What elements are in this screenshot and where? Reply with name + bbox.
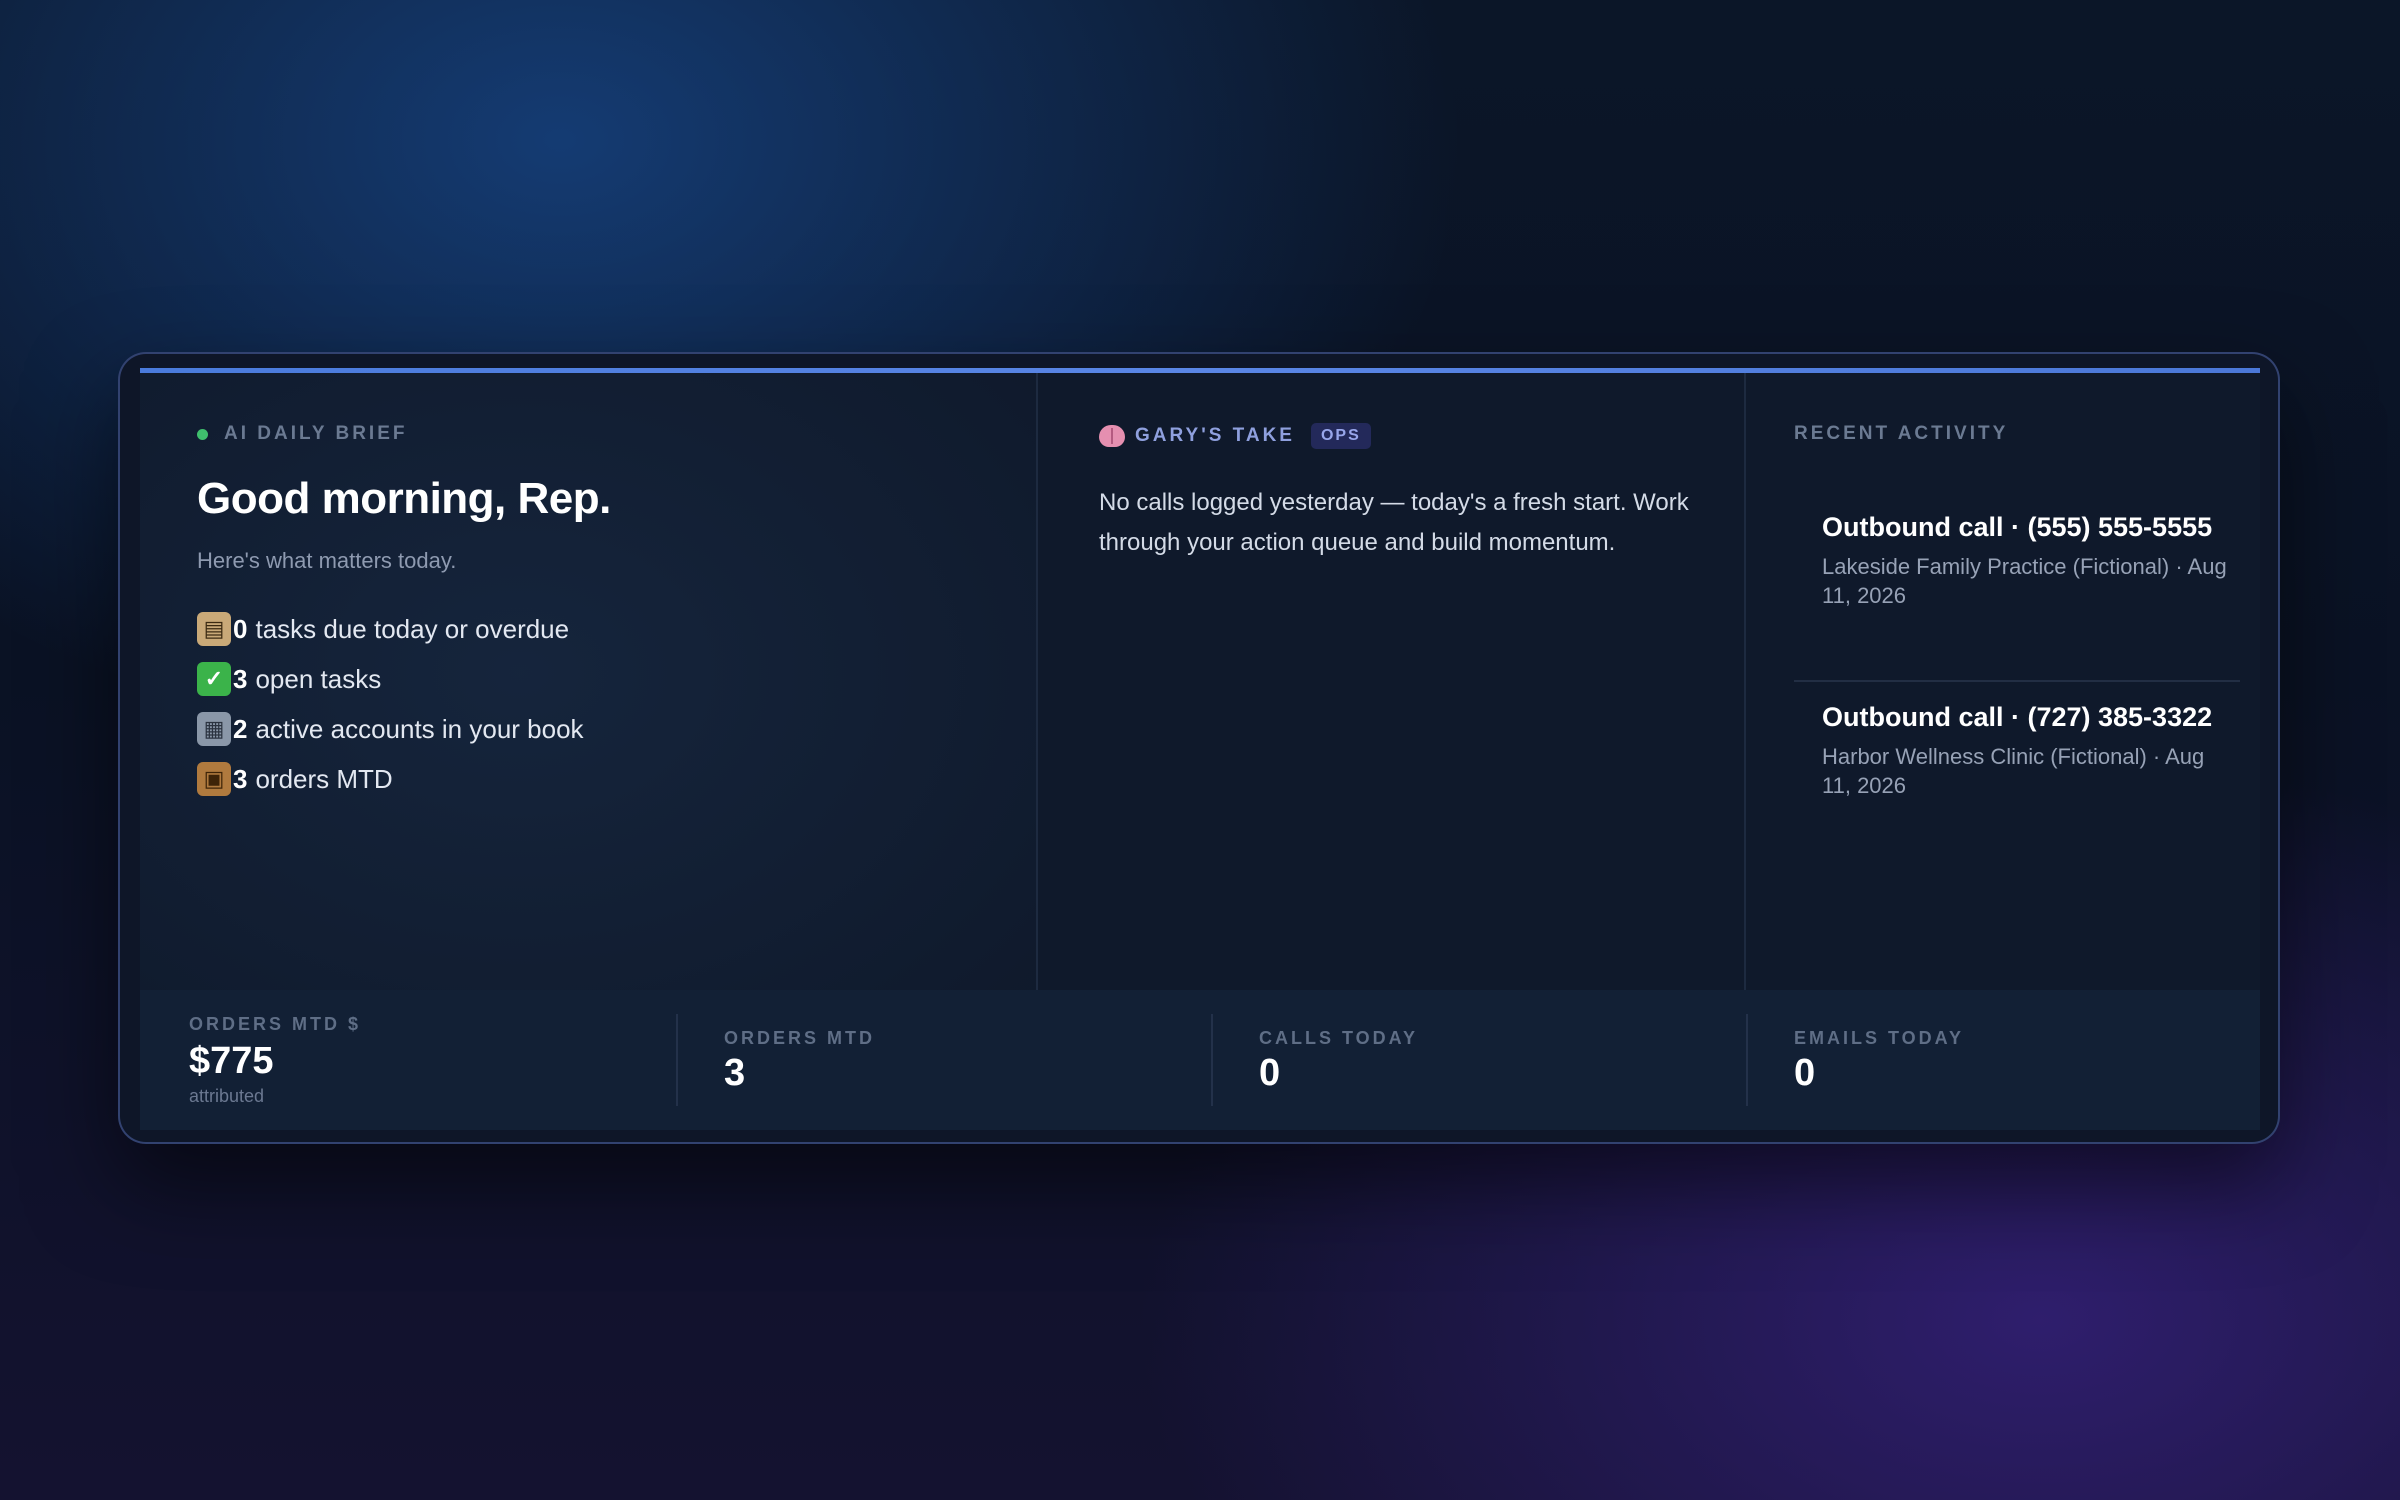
brief-item-count: 0 (233, 613, 248, 644)
brief-eyebrow-label: AI DAILY BRIEF (224, 423, 408, 444)
greeting-title: Good morning, Rep. (197, 474, 611, 523)
brief-item-count: 3 (233, 763, 248, 794)
stat-calls-today: CALLS TODAY 0 (1211, 990, 1746, 1130)
stat-orders-mtd: ORDERS MTD 3 (676, 990, 1211, 1130)
daily-brief-card: ORDERS MTD $ $775 attributed ORDERS MTD … (118, 352, 2280, 1144)
take-text: No calls logged yesterday — today's a fr… (1099, 489, 1689, 556)
activity-list: Outbound call · (555) 555-5555 Lakeside … (1794, 510, 2240, 854)
stats-bar: ORDERS MTD $ $775 attributed ORDERS MTD … (140, 990, 2260, 1130)
brief-item: ▦ 2 active accounts in your book (197, 704, 584, 754)
stat-orders-mtd-dollars: ORDERS MTD $ $775 attributed (140, 990, 676, 1130)
stat-emails-today: EMAILS TODAY 0 (1746, 990, 2260, 1130)
stat-value: 0 (1259, 1052, 1281, 1094)
stat-value: 3 (724, 1052, 746, 1094)
building-icon: ▦ (197, 712, 231, 746)
brief-item-count: 3 (233, 663, 248, 694)
take-column (1038, 373, 1746, 990)
stat-label: ORDERS MTD $ (189, 1014, 362, 1034)
brief-item: ▣ 3 orders MTD (197, 754, 584, 804)
activity-meta: Harbor Wellness Clinic (Fictional) · Aug… (1822, 744, 2205, 798)
package-icon: ▣ (197, 762, 231, 796)
stat-sub: attributed (189, 1086, 265, 1106)
take-eyebrow-label: GARY'S TAKE (1135, 425, 1295, 446)
ops-badge: OPS (1310, 423, 1371, 449)
brief-item: ▤ 0 tasks due today or overdue (197, 604, 584, 654)
brief-item: ✓ 3 open tasks (197, 654, 584, 704)
clipboard-icon: ▤ (197, 612, 231, 646)
brief-item-text: tasks due today or overdue (255, 613, 570, 644)
stat-value: 0 (1794, 1052, 1816, 1094)
activity-meta: Lakeside Family Practice (Fictional) · A… (1822, 554, 2227, 608)
stat-label: CALLS TODAY (1259, 1028, 1419, 1048)
activity-item[interactable]: Outbound call · (727) 385-3322 Harbor We… (1794, 682, 2240, 854)
activity-eyebrow: RECENT ACTIVITY (1794, 423, 2009, 444)
stat-label: EMAILS TODAY (1794, 1028, 1965, 1048)
brain-icon (1099, 425, 1125, 447)
brief-item-text: orders MTD (255, 763, 393, 794)
activity-title: Outbound call · (727) 385-3322 (1822, 702, 2213, 732)
brief-item-text: active accounts in your book (255, 713, 584, 744)
stat-label: ORDERS MTD (724, 1028, 875, 1048)
greeting-subtitle: Here's what matters today. (197, 548, 457, 573)
brief-item-count: 2 (233, 713, 248, 744)
take-eyebrow: GARY'S TAKE OPS (1099, 423, 1371, 449)
brief-list: ▤ 0 tasks due today or overdue ✓ 3 open … (197, 604, 584, 804)
status-dot-icon (197, 428, 208, 440)
activity-item[interactable]: Outbound call · (555) 555-5555 Lakeside … (1794, 510, 2240, 682)
check-icon: ✓ (197, 662, 231, 696)
stat-value: $775 (189, 1040, 274, 1082)
activity-title: Outbound call · (555) 555-5555 (1822, 512, 2213, 542)
brief-eyebrow: AI DAILY BRIEF (197, 423, 407, 445)
brief-item-text: open tasks (255, 663, 382, 694)
